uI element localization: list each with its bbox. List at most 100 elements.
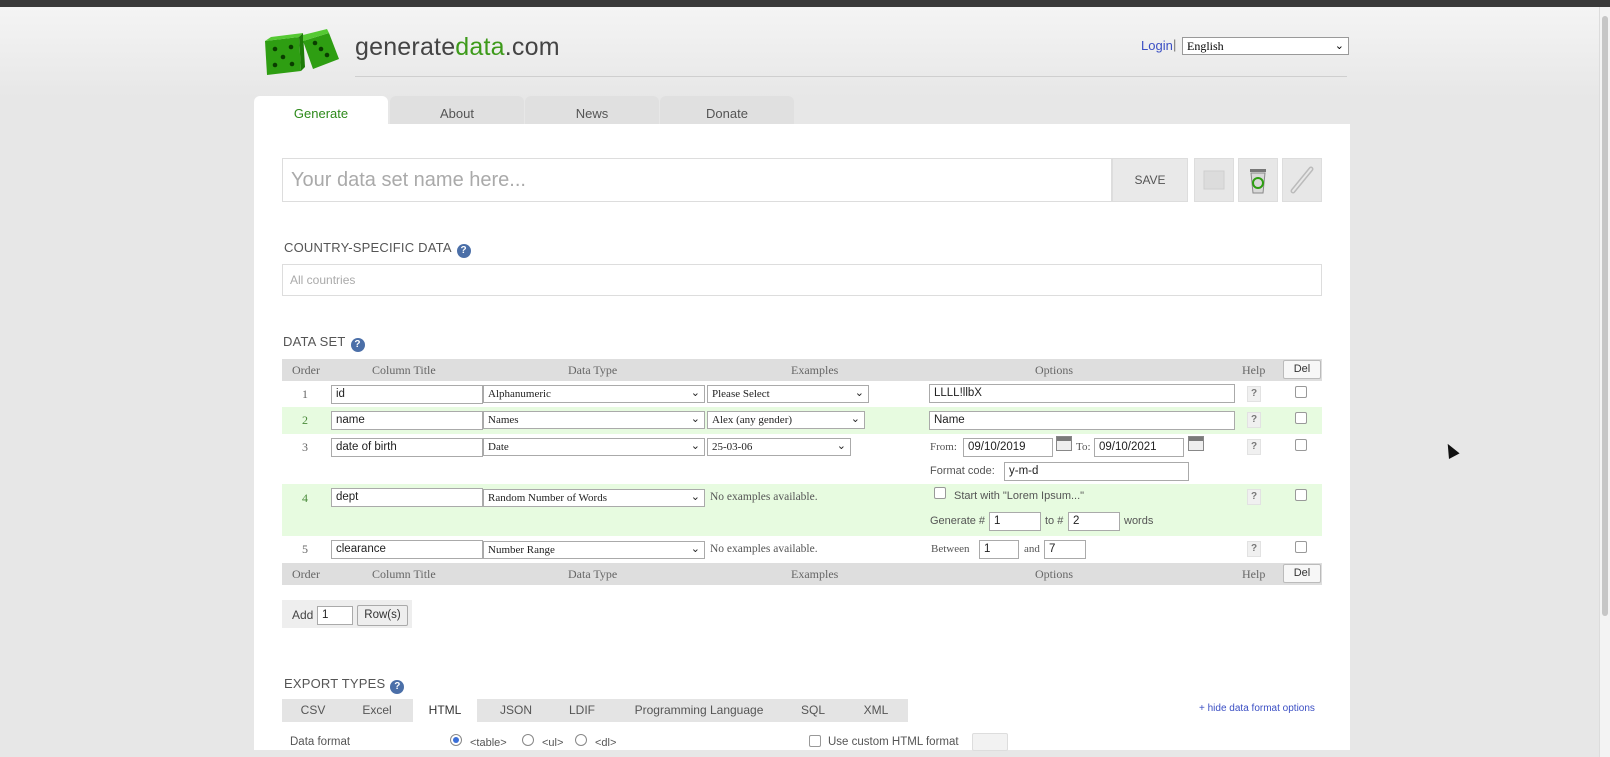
format-table-radio[interactable] (450, 734, 462, 746)
tab-xml[interactable]: XML (850, 699, 902, 722)
recycle-bin-icon[interactable] (1238, 158, 1278, 202)
data-type-select[interactable]: Random Number of Words ⌄ (483, 489, 705, 507)
and-label: and (1024, 543, 1040, 555)
column-title-input[interactable]: date of birth (331, 438, 483, 457)
country-section-title: COUNTRY-SPECIFIC DATA? (284, 240, 471, 258)
add-rows-count-input[interactable]: 1 (317, 606, 353, 625)
lorem-ipsum-checkbox[interactable] (934, 487, 946, 499)
help-icon[interactable]: ? (350, 338, 365, 352)
hide-format-options-link[interactable]: + hide data format options (1199, 703, 1315, 714)
data-type-select[interactable]: Number Range ⌄ (483, 541, 705, 559)
row-delete-checkbox[interactable] (1295, 489, 1307, 501)
format-ul-radio[interactable] (522, 734, 534, 746)
link-icon[interactable] (1282, 158, 1322, 202)
add-label: Add (292, 608, 314, 622)
row-help-icon[interactable]: ? (1247, 489, 1261, 505)
custom-html-format-checkbox[interactable] (809, 735, 821, 747)
help-icon[interactable]: ? (390, 680, 405, 694)
custom-format-edit-button[interactable] (972, 733, 1008, 751)
generate-label: Generate # (930, 515, 986, 527)
row-order: 4 (302, 491, 308, 505)
delete-selected-button[interactable]: Del (1283, 360, 1321, 379)
table-row: 3 date of birth Date ⌄ 25-03-06 ⌄ From: 09… (282, 434, 1322, 484)
tab-csv[interactable]: CSV (290, 699, 336, 722)
data-type-select[interactable]: Names ⌄ (483, 411, 705, 429)
language-select[interactable]: English ⌄ (1182, 37, 1349, 55)
tab-ldif[interactable]: LDIF (556, 699, 608, 722)
export-title-text: EXPORT TYPES (284, 676, 386, 691)
to-date-input[interactable]: 09/10/2021 (1094, 438, 1184, 457)
scrollbar[interactable] (1599, 7, 1610, 757)
row-order: 5 (302, 542, 308, 556)
alphanumeric-format-input[interactable]: LLLL!llbX (929, 384, 1235, 403)
column-title-input[interactable]: clearance (331, 540, 483, 559)
row-help-icon[interactable]: ? (1247, 412, 1261, 428)
login-separator: | (1173, 37, 1177, 52)
data-type-value: Number Range (488, 544, 555, 556)
from-date-input[interactable]: 09/10/2019 (963, 438, 1053, 457)
tab-sql[interactable]: SQL (790, 699, 836, 722)
add-rows-control: Add 1 Row(s) (282, 600, 412, 628)
calendar-icon[interactable] (1056, 436, 1072, 451)
range-max-input[interactable]: 7 (1044, 540, 1086, 559)
row-delete-checkbox[interactable] (1295, 386, 1307, 398)
login-link[interactable]: Login (1141, 38, 1173, 53)
examples-text: No examples available. (710, 491, 818, 503)
to-label: to # (1045, 515, 1064, 527)
range-min-input[interactable]: 1 (979, 540, 1019, 559)
country-select[interactable]: All countries (282, 264, 1322, 296)
row-delete-checkbox[interactable] (1295, 541, 1307, 553)
add-rows-button[interactable]: Row(s) (357, 605, 408, 626)
dataset-name-input[interactable]: Your data set name here... (282, 158, 1112, 202)
logo-text-accent: data (455, 33, 505, 61)
footer-options: Options (1035, 567, 1074, 581)
delete-selected-button[interactable]: Del (1283, 564, 1321, 583)
table-row: 4 dept Random Number of Words ⌄ No exampl… (282, 484, 1322, 536)
data-type-select[interactable]: Alphanumeric ⌄ (483, 385, 705, 403)
logo-text-suffix: .com (504, 33, 560, 61)
folder-icon[interactable] (1194, 158, 1234, 202)
examples-select[interactable]: Please Select ⌄ (707, 385, 869, 403)
format-ul-label: <ul> (542, 737, 564, 749)
row-order: 2 (302, 413, 308, 427)
row-delete-checkbox[interactable] (1295, 439, 1307, 451)
format-code-input[interactable]: y-m-d (1004, 462, 1189, 481)
chevron-down-icon: ⌄ (854, 387, 864, 399)
table-row: 5 clearance Number Range ⌄ No examples av… (282, 536, 1322, 562)
examples-select[interactable]: 25-03-06 ⌄ (707, 438, 851, 456)
tab-json[interactable]: JSON (490, 699, 542, 722)
dice-logo-icon[interactable] (263, 27, 343, 77)
export-section-title: EXPORT TYPES? (284, 676, 405, 694)
calendar-icon[interactable] (1188, 436, 1204, 451)
footer-data-type: Data Type (568, 567, 618, 581)
chevron-down-icon: ⌄ (690, 543, 700, 555)
table-row: 1 id Alphanumeric ⌄ Please Select ⌄ LLLL!l… (282, 381, 1322, 407)
dataset-table-footer: Order Column Title Data Type Examples Op… (282, 563, 1322, 585)
words-max-input[interactable]: 2 (1068, 512, 1120, 531)
data-format-label: Data format (290, 736, 351, 748)
row-help-icon[interactable]: ? (1247, 541, 1261, 557)
column-title-input[interactable]: name (331, 411, 483, 430)
between-label: Between (931, 543, 970, 555)
tab-html[interactable]: HTML (413, 699, 477, 722)
data-type-select[interactable]: Date ⌄ (483, 438, 705, 456)
help-icon[interactable]: ? (456, 244, 471, 258)
format-dl-radio[interactable] (575, 734, 587, 746)
scrollbar-thumb[interactable] (1602, 16, 1608, 616)
to-label: To: (1076, 441, 1091, 453)
tab-excel[interactable]: Excel (350, 699, 404, 722)
data-type-value: Date (488, 441, 509, 453)
name-format-input[interactable]: Name (929, 411, 1235, 430)
chevron-down-icon: ⌄ (850, 413, 860, 425)
column-title-input[interactable]: dept (331, 488, 483, 507)
site-logo-text[interactable]: generatedata.com (355, 33, 560, 62)
save-button[interactable]: SAVE (1112, 158, 1188, 202)
row-help-icon[interactable]: ? (1247, 386, 1261, 402)
column-title-input[interactable]: id (331, 385, 483, 404)
examples-select[interactable]: Alex (any gender) ⌄ (707, 411, 865, 429)
tab-programming-language[interactable]: Programming Language (622, 699, 776, 722)
row-delete-checkbox[interactable] (1295, 412, 1307, 424)
words-min-input[interactable]: 1 (989, 512, 1041, 531)
chevron-down-icon: ⌄ (836, 440, 846, 452)
row-help-icon[interactable]: ? (1247, 439, 1261, 455)
